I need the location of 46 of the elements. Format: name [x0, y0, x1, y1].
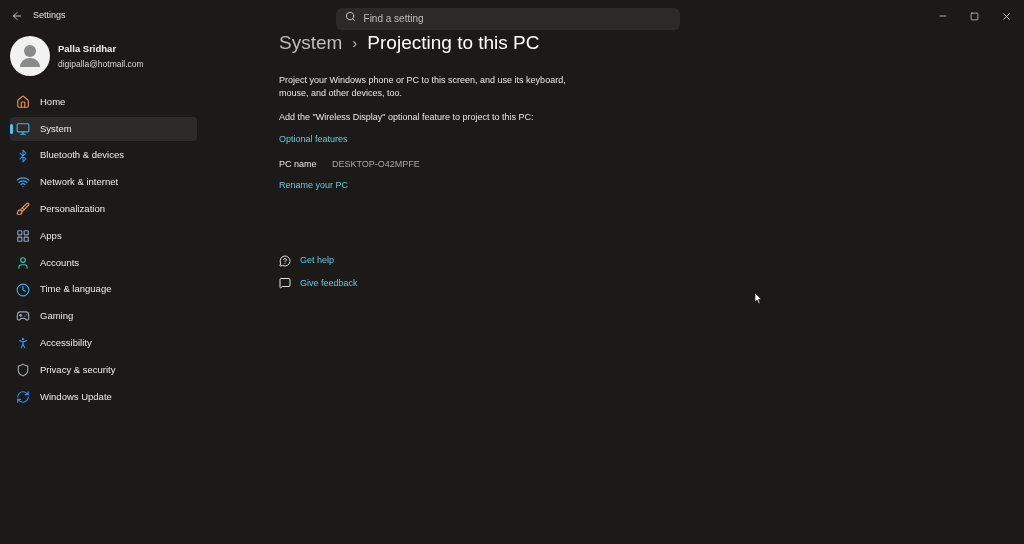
wifi-icon	[16, 175, 30, 190]
sidebar-item[interactable]: Personalization	[10, 197, 197, 222]
cursor-icon	[755, 293, 762, 304]
gamepad-icon	[16, 309, 30, 324]
shield-icon	[16, 362, 30, 377]
pc-name-label: PC name	[279, 158, 318, 171]
sidebar-item[interactable]: Time & language	[10, 277, 197, 302]
update-icon	[16, 389, 30, 404]
sidebar-item[interactable]: Windows Update	[10, 384, 197, 409]
monitor-icon	[16, 121, 30, 136]
sidebar-item[interactable]: Accounts	[10, 250, 197, 275]
feature-note: Add the "Wireless Display" optional feature to project to this PC:	[279, 111, 535, 124]
sidebar-item[interactable]: System	[10, 116, 197, 141]
search-field[interactable]: Find a setting	[335, 7, 680, 30]
clock-icon	[16, 282, 30, 297]
window-title: Settings	[33, 9, 66, 23]
help-icon	[279, 254, 291, 267]
account-email: digipalla@hotmail.com	[58, 57, 144, 71]
accessibility-icon	[16, 336, 30, 351]
help-link[interactable]: Get help	[300, 254, 335, 268]
feedback-icon	[279, 277, 291, 290]
sidebar-item[interactable]: Bluetooth & devices	[10, 143, 197, 168]
search-icon	[344, 10, 356, 22]
sidebar-item[interactable]: Privacy & security	[10, 357, 197, 382]
apps-icon	[16, 229, 30, 243]
page-title: Projecting to this PC	[367, 30, 540, 55]
pc-name-value: DESKTOP-O42MPFE	[332, 158, 420, 171]
avatar[interactable]	[10, 36, 50, 76]
breadcrumb-separator: ›	[352, 32, 358, 53]
person-icon	[16, 255, 30, 270]
maximize-icon[interactable]	[970, 11, 979, 21]
home-icon	[16, 95, 30, 109]
back-icon[interactable]	[11, 10, 23, 22]
brush-icon	[16, 202, 30, 217]
sidebar-item[interactable]: Gaming	[10, 304, 197, 329]
sidebar-item[interactable]: Accessibility	[10, 331, 197, 356]
account-name: Palla Sridhar	[58, 41, 118, 56]
sidebar-item[interactable]: Apps	[10, 224, 197, 248]
help-link[interactable]: Give feedback	[300, 276, 358, 290]
rename-pc-link[interactable]: Rename your PC	[279, 178, 579, 192]
sidebar-item[interactable]: Network & internet	[10, 170, 197, 195]
optional-features-link[interactable]: Optional features	[279, 132, 579, 146]
close-icon[interactable]	[1001, 10, 1012, 22]
description: Project your Windows phone or PC to this screen, and use its keyboard, mouse, and other devices, too.	[279, 74, 567, 100]
breadcrumb-parent[interactable]: System	[279, 28, 343, 58]
sidebar-item[interactable]: Home	[10, 90, 197, 114]
